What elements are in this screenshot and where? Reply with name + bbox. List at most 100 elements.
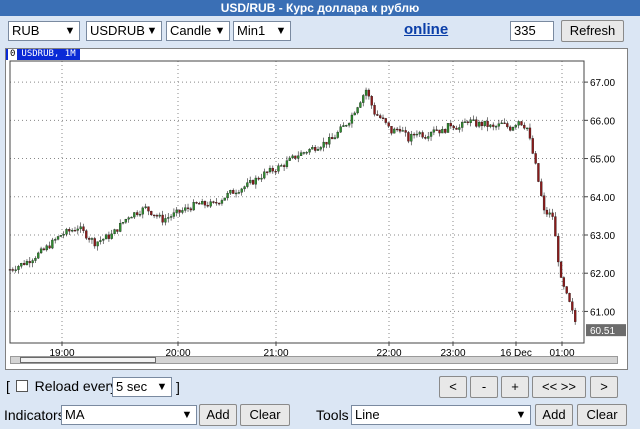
price-chart[interactable]: 61.0062.0063.0064.0065.0066.0067.0019:00… (6, 49, 627, 369)
candle-body (215, 201, 218, 204)
symbol-value: USDRUB (90, 23, 145, 38)
reset-view-button[interactable]: << >> (532, 376, 586, 398)
zoom-out-button[interactable]: - (470, 376, 498, 398)
plot-frame (9, 60, 585, 344)
candle-body (345, 125, 348, 127)
indicator-select[interactable]: MA ▼ (61, 405, 197, 425)
candle-body (20, 263, 23, 267)
candle-body (34, 257, 37, 261)
bar-count-input[interactable]: 335 (510, 21, 554, 41)
candle-body (76, 228, 79, 231)
chevron-down-icon: ▼ (275, 25, 287, 37)
candle-body (186, 207, 190, 209)
candle-body (240, 188, 243, 193)
online-link[interactable]: online (404, 21, 448, 38)
candle-body (136, 212, 139, 215)
candle-body (68, 229, 71, 232)
candle-body (308, 149, 311, 153)
indicator-clear-button[interactable]: Clear (240, 404, 290, 426)
candle-body (71, 230, 74, 232)
candle-body (305, 152, 308, 154)
candle-body (79, 226, 82, 230)
tool-select[interactable]: Line ▼ (351, 405, 531, 425)
candle-body (565, 286, 568, 294)
interval-select[interactable]: Min1 ▼ (233, 21, 291, 41)
candle-body (11, 269, 14, 271)
candle-body (350, 114, 354, 124)
candle-body (379, 115, 382, 118)
candle-body (158, 214, 161, 217)
candle-body (268, 167, 272, 173)
candle-body (119, 223, 122, 232)
y-tick-label: 67.00 (590, 78, 615, 89)
candle-body (226, 193, 229, 199)
candle-body (311, 147, 314, 150)
refresh-button[interactable]: Refresh (561, 20, 624, 42)
candle-body (463, 121, 467, 123)
candle-body (285, 160, 289, 167)
candle-body (319, 147, 322, 150)
candle-body (339, 126, 342, 133)
candle-body (486, 120, 489, 127)
symbol-select[interactable]: USDRUB ▼ (86, 21, 162, 41)
candle-body (559, 261, 563, 278)
candle-body (195, 202, 198, 204)
candle-body (223, 197, 226, 201)
candle-body (297, 155, 300, 159)
candle-body (545, 209, 549, 215)
y-tick-label: 63.00 (590, 231, 615, 242)
candle-body (387, 122, 390, 127)
candle-body (480, 121, 484, 127)
chart-type-select[interactable]: Candle ▼ (166, 21, 230, 41)
candle-body (469, 119, 472, 124)
candle-body (169, 216, 173, 218)
candle-body (511, 127, 515, 131)
candle-body (48, 245, 51, 249)
zoom-in-button[interactable]: + (501, 376, 529, 398)
candle-body (175, 209, 178, 213)
chart-panel[interactable]: 0 USDRUB, 1M 61.00 62.00 63.00 64.00 65.00 66.… (5, 48, 628, 370)
candle-body (441, 129, 444, 134)
candle-body (274, 170, 277, 173)
candle-body (181, 210, 184, 213)
candle-body (201, 201, 204, 205)
candle-body (45, 245, 48, 251)
candle-body (167, 217, 170, 219)
candle-body (548, 212, 551, 215)
tool-add-button[interactable]: Add (535, 404, 573, 426)
candle-body (42, 248, 46, 251)
candle-body (432, 129, 436, 133)
candle-body (410, 133, 413, 142)
candle-body (444, 129, 447, 133)
currency-select[interactable]: RUB ▼ (8, 21, 80, 41)
candle-body (520, 121, 523, 126)
candle-body (147, 206, 150, 212)
candle-body (373, 105, 376, 115)
reload-checkbox[interactable] (15, 380, 28, 392)
candle-body (333, 137, 337, 140)
candle-body (234, 192, 238, 195)
chevron-down-icon: ▼ (214, 25, 226, 37)
candle-body (438, 129, 441, 134)
candle-body (127, 217, 130, 220)
nav-back-button[interactable]: < (439, 376, 467, 398)
candle-body (102, 238, 105, 241)
indicator-add-button[interactable]: Add (199, 404, 237, 426)
y-tick-label: 65.00 (590, 155, 615, 166)
nav-forward-button[interactable]: > (590, 376, 618, 398)
tool-clear-button[interactable]: Clear (577, 404, 627, 426)
candle-body (489, 124, 492, 127)
candle-body (494, 126, 498, 128)
candle-body (263, 171, 266, 179)
chevron-down-icon: ▼ (515, 409, 527, 421)
candle-body (220, 200, 224, 204)
candle-body (551, 212, 554, 217)
candle-body (113, 229, 116, 235)
candle-body (390, 126, 393, 134)
reload-interval-select[interactable]: 5 sec ▼ (112, 377, 172, 397)
candle-body (362, 95, 365, 103)
chart-scrollbar-thumb[interactable] (20, 357, 156, 363)
candle-body (395, 128, 399, 131)
currency-value: RUB (12, 23, 40, 38)
candle-body (460, 122, 464, 128)
